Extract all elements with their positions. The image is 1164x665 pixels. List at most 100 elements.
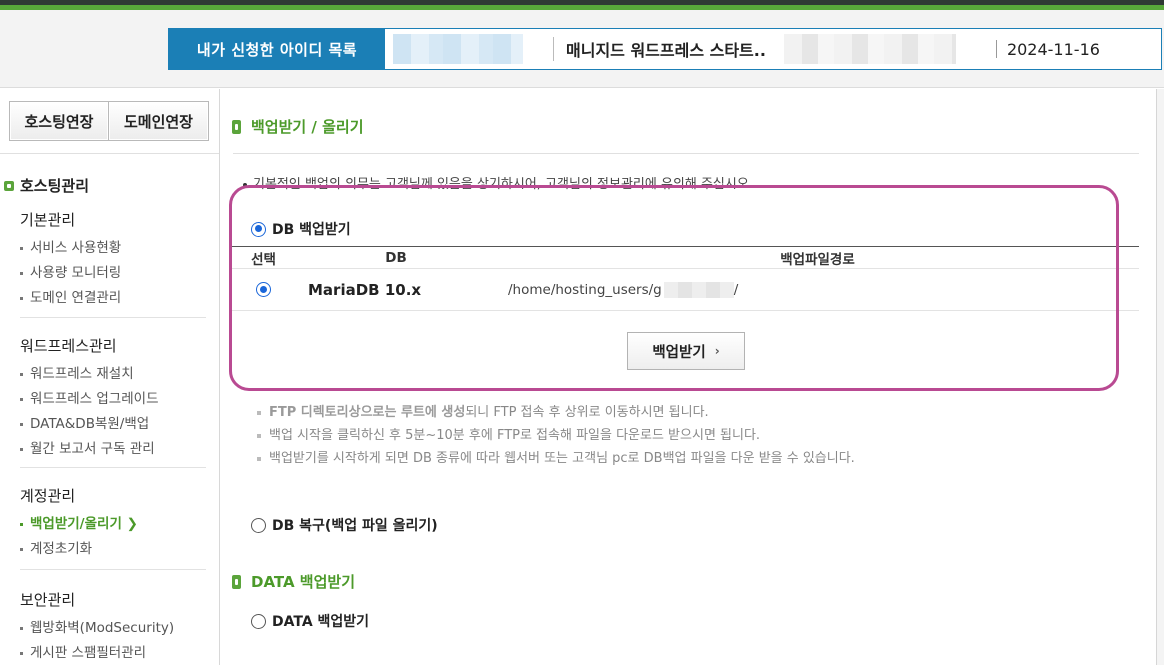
sidebar-item-account-reset[interactable]: 계정초기화 (20, 537, 138, 562)
db-restore-label: DB 복구(백업 파일 올리기) (272, 518, 438, 534)
sidebar-item-monthly-report[interactable]: 월간 보고서 구독 관리 (20, 437, 159, 462)
sidebar: 호스팅연장 도메인연장 호스팅관리 기본관리 서비스 사용현황 사용량 모니터링… (0, 89, 220, 665)
page-title: 백업받기 / 올리기 (251, 118, 364, 136)
sidebar-item-service-status[interactable]: 서비스 사용현황 (20, 236, 121, 261)
column-header-db: DB (385, 249, 407, 266)
backup-notice: 기본적인 백업의 의무는 고객님께 있음을 상기하시어, 고객님의 정보관리에 … (243, 173, 753, 192)
top-stripe (0, 0, 1164, 10)
divider (233, 153, 1139, 154)
domain-extend-button[interactable]: 도메인연장 (109, 101, 209, 141)
hosting-extend-button[interactable]: 호스팅연장 (9, 101, 109, 141)
sidebar-group-title: 워드프레스관리 (20, 337, 117, 355)
db-restore-radio[interactable] (251, 517, 266, 533)
db-name-cell: MariaDB 10.x (308, 280, 422, 299)
data-backup-radio[interactable] (251, 613, 266, 629)
round-bullet-icon (243, 182, 247, 187)
square-bullet-icon (257, 410, 261, 415)
sidebar-item-data-db-restore[interactable]: DATA&DB복원/백업 (20, 412, 159, 437)
sidebar-item-label: 게시판 스팸필터관리 (30, 645, 147, 661)
square-bullet-icon (20, 523, 23, 526)
square-bullet-icon (20, 373, 23, 376)
sidebar-item-spam-filter[interactable]: 게시판 스팸필터관리 (20, 641, 174, 665)
sidebar-item-usage-monitoring[interactable]: 사용량 모니터링 (20, 261, 121, 286)
section-heading-data: DATA 백업받기 (232, 571, 355, 592)
product-name: 매니지드 워드프레스 스타트.. (566, 41, 766, 60)
divider (0, 153, 219, 154)
sidebar-group-account: 계정관리 백업받기/올리기 ❯ 계정초기화 (20, 485, 138, 562)
green-bullet-icon (232, 574, 241, 589)
info-text-bold: FTP 디렉토리상으로는 루트에 생성 (269, 405, 466, 420)
list-item: 백업 시작을 클릭하신 후 5분~10분 후에 FTP로 접속해 파일을 다운로… (257, 424, 855, 447)
list-item: 백업받기를 시작하게 되면 DB 종류에 따라 웹서버 또는 고객님 pc로 D… (257, 447, 855, 470)
main-content: 백업받기 / 올리기 기본적인 백업의 의무는 고객님께 있음을 상기하시어, … (221, 89, 1164, 665)
square-bullet-icon (20, 272, 23, 275)
square-bullet-icon (20, 548, 23, 551)
sidebar-item-label: 사용량 모니터링 (30, 265, 122, 281)
sidebar-item-wp-reinstall[interactable]: 워드프레스 재설치 (20, 362, 159, 387)
sidebar-group-title: 계정관리 (20, 487, 76, 505)
service-date: 2024-11-16 (1006, 39, 1100, 59)
square-bullet-icon (20, 448, 23, 451)
backup-button[interactable]: 백업받기 › (627, 332, 745, 370)
sidebar-group-basic: 기본관리 서비스 사용현황 사용량 모니터링 도메인 연결관리 (20, 209, 121, 311)
db-restore-option[interactable]: DB 복구(백업 파일 올리기) (251, 515, 438, 535)
square-bullet-icon (20, 652, 23, 655)
db-backup-radio[interactable] (251, 221, 266, 237)
table-row: MariaDB 10.x /home/hosting_users/g / (231, 268, 1139, 311)
square-bullet-icon (20, 398, 23, 401)
sidebar-item-domain-connection[interactable]: 도메인 연결관리 (20, 286, 121, 311)
chevron-right-icon: › (714, 344, 720, 358)
info-text: 백업 시작을 클릭하신 후 5분~10분 후에 FTP로 접속해 파일을 다운로… (269, 428, 761, 443)
green-bullet-icon (232, 119, 241, 134)
sidebar-item-wp-upgrade[interactable]: 워드프레스 업그레이드 (20, 387, 159, 412)
info-text: 되니 FTP 접속 후 상위로 이동하시면 됩니다. (465, 405, 709, 420)
row-select-cell (231, 282, 296, 297)
db-backup-option[interactable]: DB 백업받기 (251, 219, 351, 239)
square-bullet-icon (257, 433, 261, 438)
separator (995, 40, 997, 58)
scrollbar[interactable] (1156, 89, 1164, 665)
sidebar-group-title: 보안관리 (20, 591, 76, 609)
sidebar-item-label: 월간 보고서 구독 관리 (30, 441, 155, 457)
square-bullet-icon (20, 423, 23, 426)
data-backup-option[interactable]: DATA 백업받기 (251, 611, 369, 631)
column-header-select: 선택 (251, 251, 276, 268)
divider (20, 317, 206, 318)
redacted-info (783, 34, 956, 64)
id-list-label: 내가 신청한 아이디 목록 (169, 29, 385, 69)
sidebar-item-waf[interactable]: 웹방화벽(ModSecurity) (20, 616, 174, 641)
green-bullet-icon (4, 180, 14, 191)
sidebar-group-title: 기본관리 (20, 211, 76, 229)
sidebar-item-label: 웹방화벽(ModSecurity) (30, 620, 175, 636)
db-backup-table: 선택 DB 백업파일경로 MariaDB 10.x /home/hosting_… (231, 246, 1139, 311)
redacted-id (393, 34, 523, 64)
divider (20, 569, 206, 570)
sidebar-item-label: DATA&DB복원/백업 (30, 416, 150, 432)
sidebar-group-wordpress: 워드프레스관리 워드프레스 재설치 워드프레스 업그레이드 DATA&DB복원/… (20, 335, 159, 462)
section-heading-backup: 백업받기 / 올리기 (232, 116, 364, 137)
square-bullet-icon (20, 247, 23, 250)
backup-path-cell: /home/hosting_users/g / (496, 281, 1139, 298)
backup-button-label: 백업받기 (652, 344, 706, 361)
db-select-radio[interactable] (256, 282, 271, 297)
square-bullet-icon (20, 297, 23, 300)
data-section-title: DATA 백업받기 (251, 573, 355, 591)
redacted-path (663, 281, 734, 298)
data-backup-label: DATA 백업받기 (272, 614, 370, 630)
sidebar-section-title: 호스팅관리 (20, 177, 90, 195)
sidebar-group-security: 보안관리 웹방화벽(ModSecurity) 게시판 스팸필터관리 (20, 589, 174, 665)
top-band: 내가 신청한 아이디 목록 매니지드 워드프레스 스타트.. 2024-11-1… (0, 10, 1164, 88)
separator (553, 37, 554, 61)
list-item: FTP 디렉토리상으로는 루트에 생성 되니 FTP 접속 후 상위로 이동하시면… (257, 401, 855, 424)
backup-info-list: FTP 디렉토리상으로는 루트에 생성 되니 FTP 접속 후 상위로 이동하시면… (257, 401, 855, 470)
sidebar-item-label: 백업받기/올리기 ❯ (30, 516, 138, 532)
id-list-bar[interactable]: 내가 신청한 아이디 목록 매니지드 워드프레스 스타트.. 2024-11-1… (168, 28, 1162, 70)
sidebar-section-hosting: 호스팅관리 (4, 175, 89, 196)
sidebar-buttons: 호스팅연장 도메인연장 (9, 101, 209, 141)
sidebar-item-label: 도메인 연결관리 (30, 290, 122, 306)
backup-path-text: /home/hosting_users/g (508, 281, 662, 298)
sidebar-item-backup-upload[interactable]: 백업받기/올리기 ❯ (20, 512, 138, 537)
sidebar-item-label: 서비스 사용현황 (30, 240, 122, 256)
backup-path-end: / (733, 281, 739, 298)
info-text: 백업받기를 시작하게 되면 DB 종류에 따라 웹서버 또는 고객님 pc로 D… (269, 451, 855, 466)
